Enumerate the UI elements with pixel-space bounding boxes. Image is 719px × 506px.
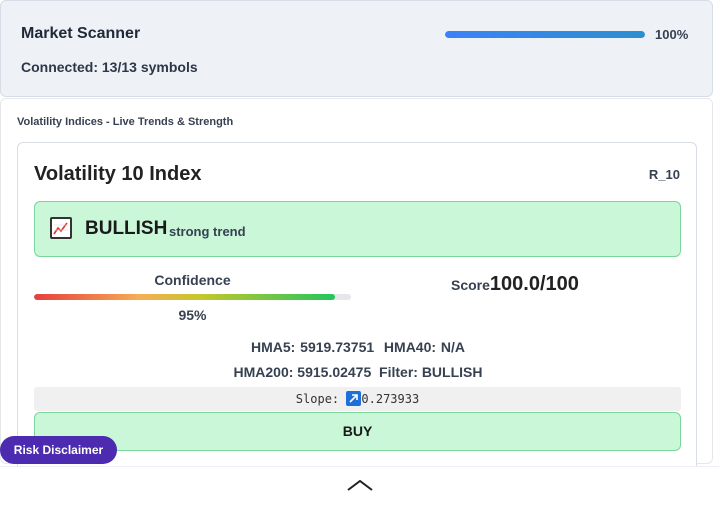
connection-status: Connected: 13/13 symbols: [21, 59, 198, 75]
confidence-bar: [34, 294, 351, 300]
scan-progress-label: 100%: [655, 27, 689, 42]
hma-metrics-text2: HMA200: 5915.02475 Filter: BULLISH: [233, 364, 483, 380]
scanner-header: Market Scanner Connected: 13/13 symbols …: [0, 0, 713, 97]
app-title: Market Scanner: [21, 25, 141, 42]
score-label: Score: [451, 277, 490, 293]
slope-value: 0.273933: [361, 392, 420, 406]
chevron-up-icon[interactable]: [346, 477, 374, 498]
buy-button[interactable]: BUY: [34, 412, 681, 451]
indices-panel: Volatility Indices - Live Trends & Stren…: [0, 98, 713, 472]
index-title: Volatility 10 Index: [34, 163, 202, 185]
arrow-up-right-icon: [346, 391, 362, 406]
trend-status-box: BULLISH strong trend: [34, 201, 681, 257]
trend-label: BULLISH: [85, 218, 168, 239]
section-title: Volatility Indices - Live Trends & Stren…: [17, 116, 234, 128]
hma-metrics-line2: HMA200: 5915.02475 Filter: BULLISH: [18, 364, 698, 380]
score-value: 100.0/100: [489, 273, 579, 295]
risk-disclaimer-button[interactable]: Risk Disclaimer: [0, 436, 117, 464]
hma-metrics-text1: HMA5: 5919.73751 HMA40: N/A: [250, 339, 466, 355]
trend-sub-label: strong trend: [169, 224, 246, 239]
slope-row: Slope: 0.273933: [34, 387, 681, 411]
scan-progress-bar: [445, 31, 645, 38]
hma-metrics-line1: HMA5: 5919.73751 HMA40: N/A: [18, 339, 698, 355]
slope-label: Slope:: [295, 392, 340, 406]
confidence-value: 95%: [178, 307, 207, 323]
index-symbol: R_10: [648, 167, 680, 182]
confidence-bar-fill: [34, 294, 336, 300]
chart-increasing-icon: [50, 217, 72, 239]
confidence-label: Confidence: [154, 272, 231, 288]
scan-progress-fill: [445, 31, 645, 38]
index-card: Volatility 10 Index R_10 BULLISH strong …: [17, 142, 697, 472]
footer-bar: [0, 466, 719, 506]
score: Score100.0/100: [451, 273, 579, 296]
